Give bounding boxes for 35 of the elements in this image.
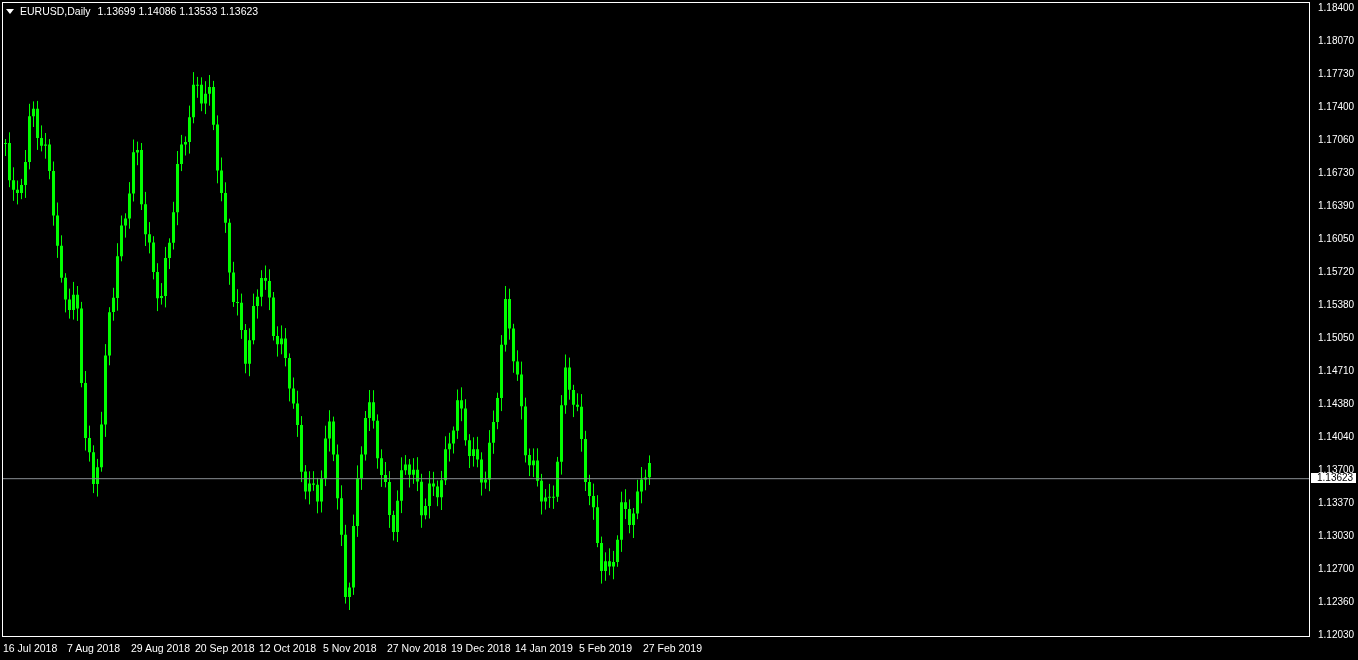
price-axis-label: 1.16730 <box>1318 168 1355 178</box>
ohlc-values: 1.13699 1.14086 1.13533 1.13623 <box>97 5 259 17</box>
price-axis-label: 1.14710 <box>1318 366 1355 376</box>
price-axis-label: 1.12030 <box>1318 630 1355 640</box>
date-axis-label: 14 Jan 2019 <box>515 641 574 656</box>
date-axis-label: 27 Feb 2019 <box>643 641 703 656</box>
date-axis-label: 7 Aug 2018 <box>67 641 122 656</box>
dropdown-triangle-icon[interactable] <box>6 8 14 14</box>
price-axis-label: 1.12360 <box>1318 597 1355 607</box>
price-axis-label: 1.15380 <box>1318 300 1355 310</box>
price-axis-label: 1.17060 <box>1318 135 1355 145</box>
date-axis-label: 16 Jul 2018 <box>3 641 59 656</box>
date-axis-label: 27 Nov 2018 <box>387 641 448 656</box>
date-axis-label: 12 Oct 2018 <box>259 641 318 656</box>
price-axis-label: 1.14040 <box>1318 432 1355 442</box>
price-axis-label: 1.12700 <box>1318 564 1355 574</box>
current-price-label: 1.13623 <box>1311 473 1357 484</box>
price-axis-label: 1.17400 <box>1318 102 1355 112</box>
price-axis-label: 1.15050 <box>1318 333 1355 343</box>
date-axis-label: 20 Sep 2018 <box>195 641 256 656</box>
date-axis-label: 19 Dec 2018 <box>451 641 512 656</box>
date-axis-label: 5 Nov 2018 <box>323 641 378 656</box>
price-axis-label: 1.16390 <box>1318 201 1355 211</box>
price-axis-label: 1.15720 <box>1318 267 1355 277</box>
symbol-label: EURUSD,Daily <box>20 5 91 17</box>
date-axis-label: 5 Feb 2019 <box>579 641 634 656</box>
price-axis-label: 1.14380 <box>1318 399 1355 409</box>
price-axis-label: 1.13030 <box>1318 531 1355 541</box>
price-axis-label: 1.18400 <box>1318 3 1355 13</box>
price-axis-label: 1.16050 <box>1318 234 1355 244</box>
price-axis-label: 1.13370 <box>1318 498 1355 508</box>
price-axis-label: 1.17730 <box>1318 69 1355 79</box>
date-axis-label: 29 Aug 2018 <box>131 641 191 656</box>
price-axis-label: 1.13700 <box>1318 465 1355 475</box>
price-axis-label: 1.18070 <box>1318 36 1355 46</box>
